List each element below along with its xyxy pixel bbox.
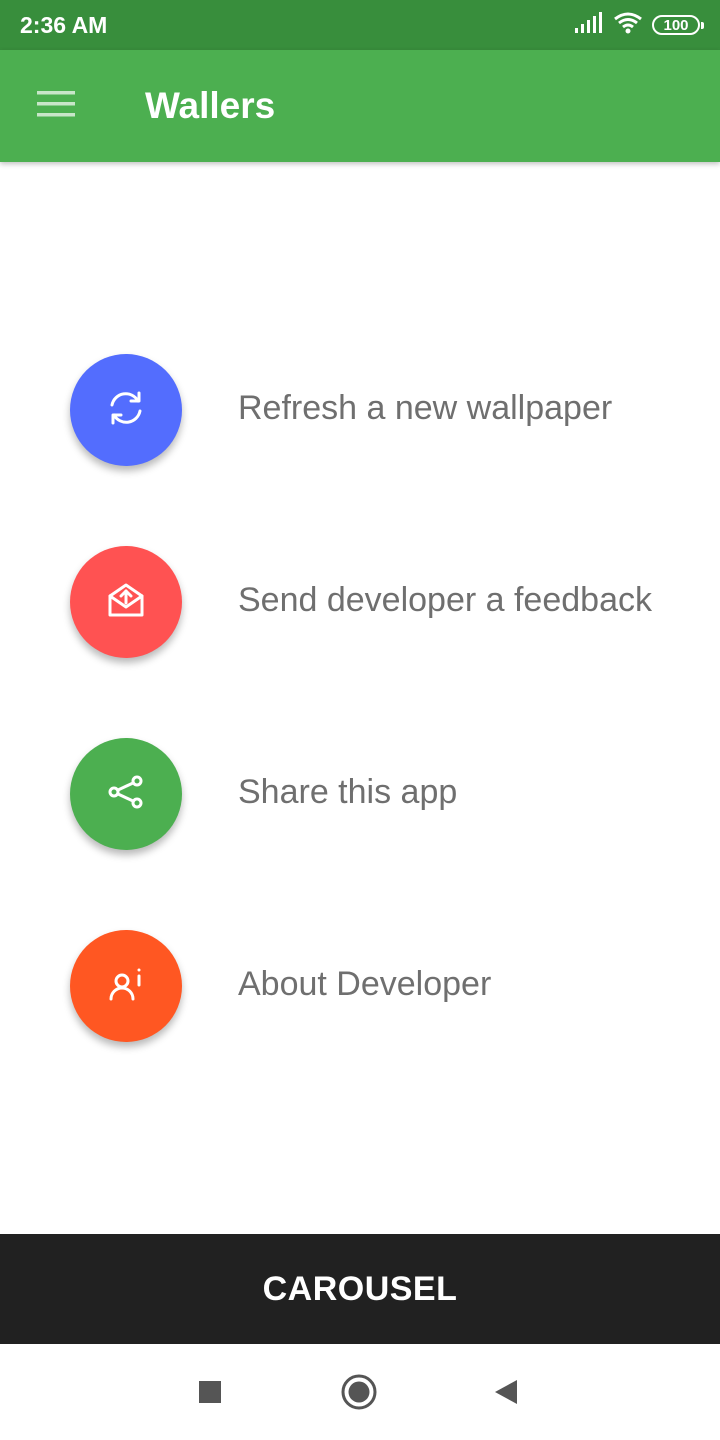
- mail-send-icon: [106, 580, 146, 625]
- signal-icon: [574, 11, 604, 39]
- send-feedback-label: Send developer a feedback: [238, 581, 652, 619]
- battery-icon: 100: [652, 15, 704, 35]
- battery-level: 100: [663, 16, 689, 34]
- app-bar: Wallers: [0, 50, 720, 162]
- share-app-label: Share this app: [238, 773, 458, 811]
- wifi-icon: [614, 12, 642, 39]
- share-app-item[interactable]: Share this app: [0, 738, 720, 850]
- send-feedback-button[interactable]: [70, 546, 182, 658]
- status-time: 2:36 AM: [20, 12, 108, 38]
- status-bar: 2:36 AM 100: [0, 0, 720, 50]
- about-developer-label: About Developer: [238, 965, 492, 1003]
- system-nav-bar: [0, 1344, 720, 1440]
- hamburger-menu-icon: [37, 90, 75, 123]
- person-info-icon: [106, 964, 146, 1009]
- about-developer-button[interactable]: [70, 930, 182, 1042]
- home-button[interactable]: [335, 1370, 383, 1418]
- back-button[interactable]: [482, 1370, 530, 1418]
- share-icon: [106, 772, 146, 817]
- refresh-icon: [106, 388, 146, 433]
- home-circle-icon: [340, 1373, 378, 1416]
- refresh-wallpaper-button[interactable]: [70, 354, 182, 466]
- recents-square-icon: [198, 1380, 222, 1409]
- carousel-label: CAROUSEL: [262, 1269, 458, 1308]
- carousel-button[interactable]: CAROUSEL: [0, 1234, 720, 1344]
- refresh-wallpaper-item[interactable]: Refresh a new wallpaper: [0, 354, 720, 466]
- menu-button[interactable]: [28, 80, 84, 132]
- refresh-wallpaper-label: Refresh a new wallpaper: [238, 389, 613, 427]
- about-developer-item[interactable]: About Developer: [0, 930, 720, 1042]
- share-app-button[interactable]: [70, 738, 182, 850]
- send-feedback-item[interactable]: Send developer a feedback: [0, 546, 720, 658]
- status-icons: 100: [574, 11, 704, 39]
- back-triangle-icon: [493, 1378, 519, 1411]
- recents-button[interactable]: [186, 1370, 234, 1418]
- app-title: Wallers: [145, 85, 276, 126]
